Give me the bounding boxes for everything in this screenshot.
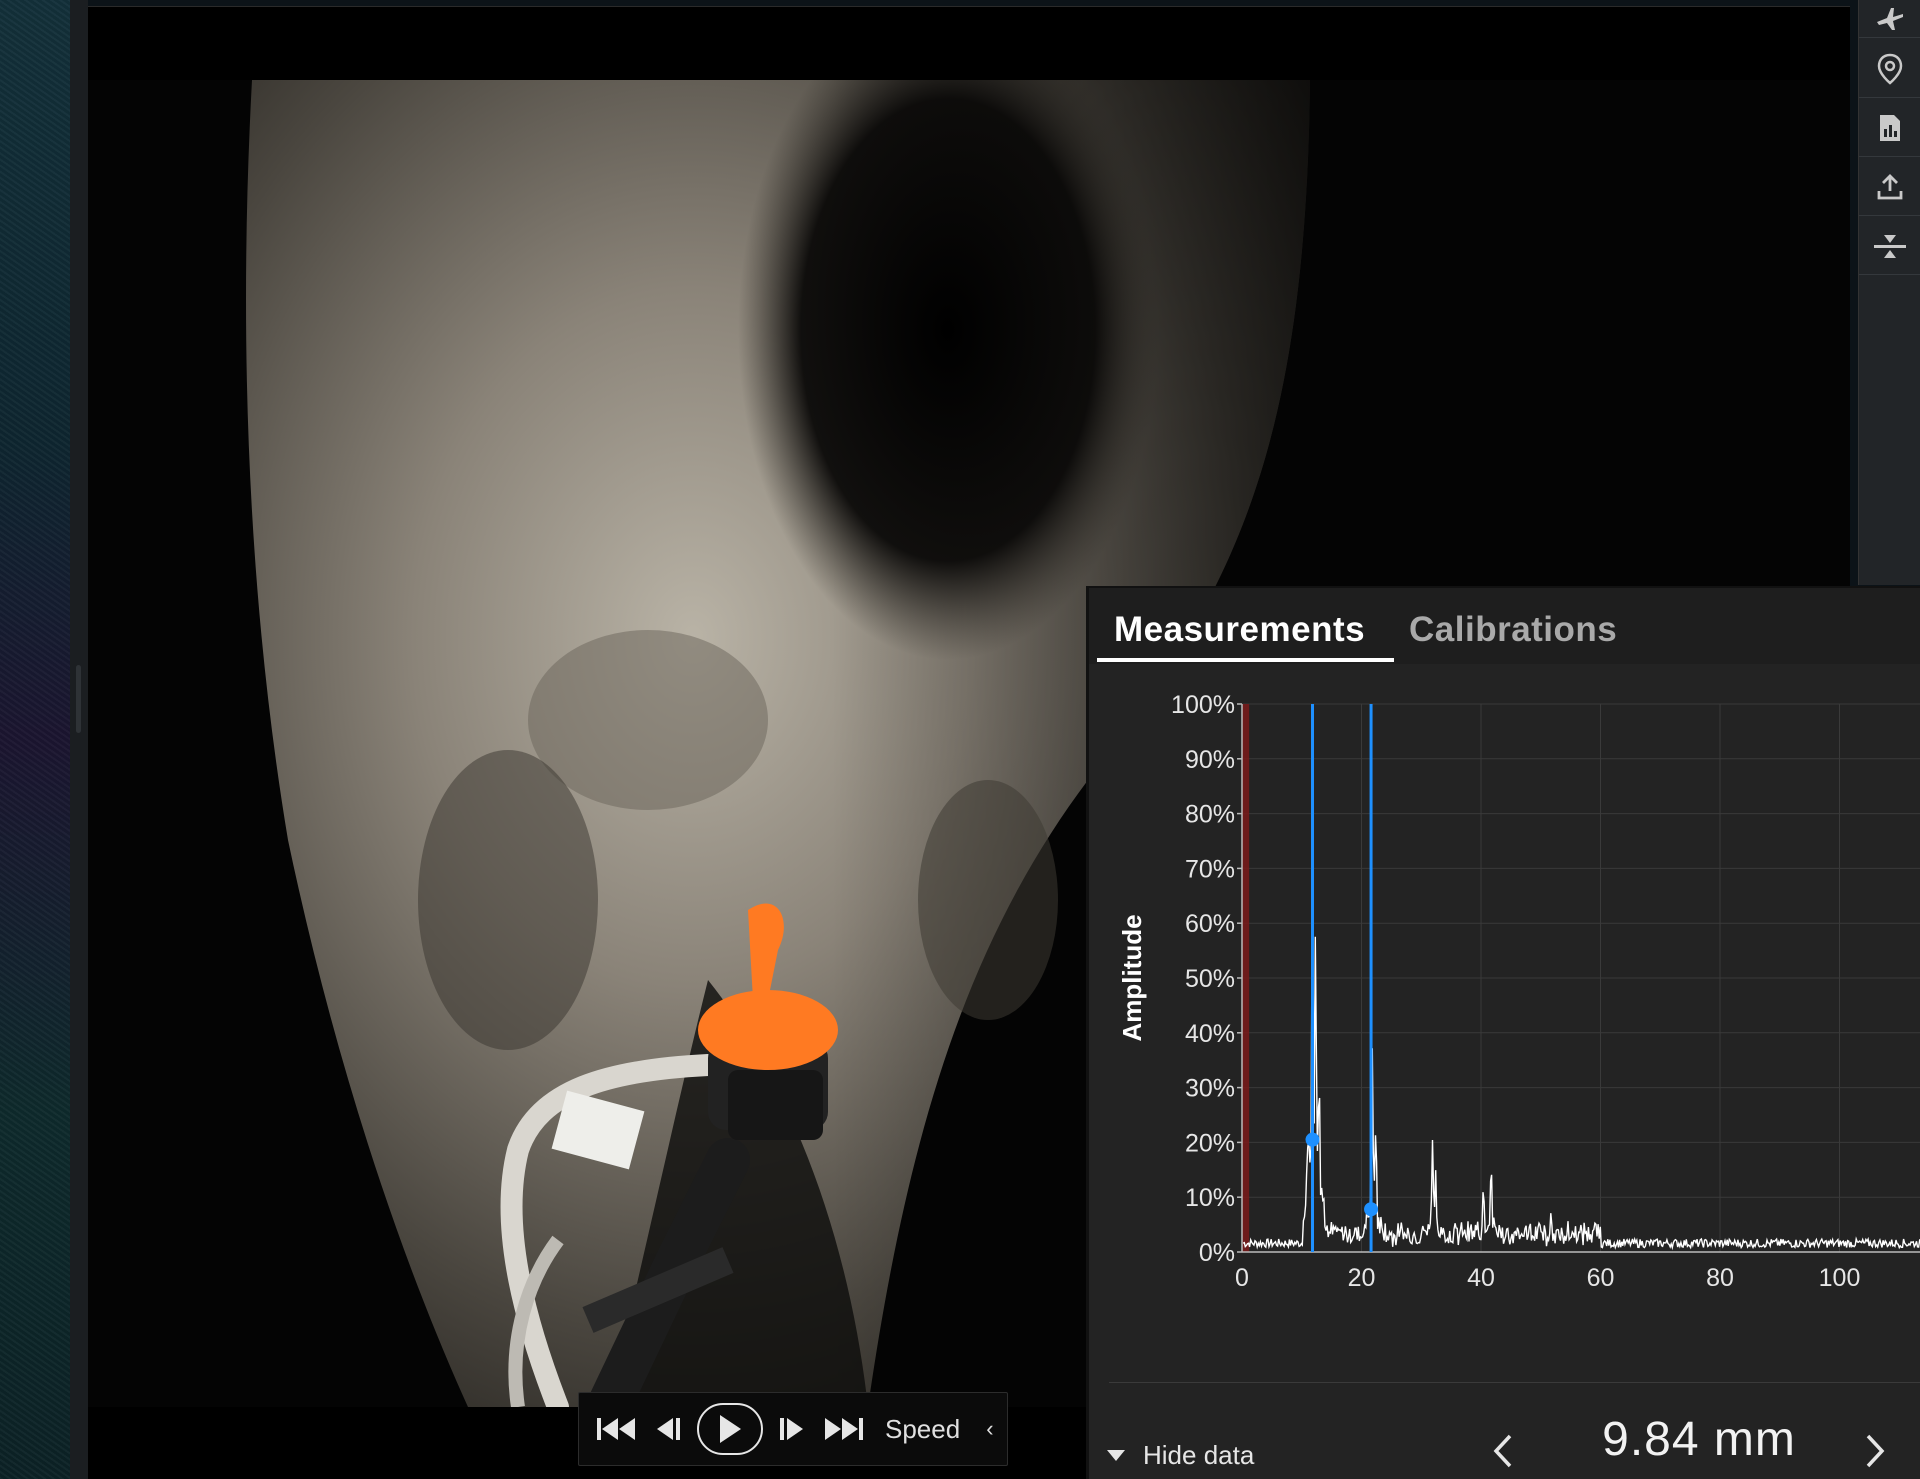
resize-handle[interactable]: [76, 665, 81, 733]
split-compress-icon[interactable]: [1859, 217, 1920, 275]
y-tick-label: 70%: [1185, 855, 1235, 883]
x-tick-label: 60: [1587, 1264, 1615, 1292]
step-back-icon[interactable]: [653, 1407, 683, 1451]
x-tick-label: 0: [1235, 1264, 1249, 1292]
chevron-left-icon: [1493, 1434, 1512, 1468]
y-axis-title: Amplitude: [1117, 914, 1147, 1041]
play-icon[interactable]: [697, 1403, 763, 1455]
gate-band: [1242, 704, 1250, 1252]
location-pin-icon[interactable]: [1859, 40, 1920, 98]
active-tab-indicator: [1097, 658, 1394, 662]
amplitude-signal-trace: [1242, 936, 1920, 1251]
x-tick-label: 100: [1819, 1264, 1861, 1292]
x-tick-label: 80: [1706, 1264, 1734, 1292]
y-tick-label: 30%: [1185, 1075, 1235, 1103]
y-tick-label: 10%: [1185, 1184, 1235, 1212]
x-tick-label: 20: [1348, 1264, 1376, 1292]
viewer-topbar: [88, 7, 1850, 80]
panel-divider: [1109, 1382, 1920, 1383]
skip-to-end-icon[interactable]: [821, 1407, 865, 1451]
chevron-right-icon: [1866, 1434, 1885, 1468]
next-measurement-button[interactable]: [1855, 1426, 1895, 1476]
airplane-icon[interactable]: [1859, 0, 1920, 38]
upload-icon[interactable]: [1859, 158, 1920, 216]
skip-to-start-icon[interactable]: [595, 1407, 639, 1451]
speed-label[interactable]: Speed: [885, 1414, 960, 1445]
y-tick-label: 90%: [1185, 746, 1235, 774]
measurement-cursor-marker: [1305, 1132, 1320, 1147]
x-tick-label: 40: [1467, 1264, 1495, 1292]
y-tick-label: 0%: [1199, 1239, 1235, 1267]
hide-data-toggle[interactable]: Hide data: [1107, 1440, 1254, 1471]
right-toolbar: [1858, 0, 1920, 585]
y-tick-label: 80%: [1185, 801, 1235, 829]
measurement-cursor-marker: [1364, 1202, 1379, 1217]
measurement-value: 9.84 mm: [1602, 1413, 1796, 1466]
step-forward-icon[interactable]: [777, 1407, 807, 1451]
amplitude-chart[interactable]: 0% 10% 20% 30% 40% 50% 60% 70% 80% 90% 100% 0 20 40 60…: [1089, 664, 1920, 1333]
y-tick-label: 60%: [1185, 910, 1235, 938]
media-player-controls: Speed ‹: [578, 1392, 1008, 1466]
hide-data-label: Hide data: [1143, 1440, 1255, 1470]
x-axis-title: Distance (mm): [1740, 1303, 1919, 1304]
tab-calibrations[interactable]: Calibrations: [1409, 610, 1617, 650]
background-desktop-strip: [0, 0, 70, 1479]
y-tick-label: 50%: [1185, 965, 1235, 993]
left-gutter: [70, 0, 88, 1479]
measurements-panel: Measurements Calibrations 0% 10% 20% 30% 40%…: [1086, 586, 1920, 1479]
panel-tabs: Measurements Calibrations: [1089, 588, 1920, 664]
speed-chevron-icon[interactable]: ‹: [986, 1416, 993, 1442]
y-tick-label: 40%: [1185, 1020, 1235, 1048]
previous-measurement-button[interactable]: [1483, 1426, 1523, 1476]
collapse-triangle-icon: [1107, 1450, 1125, 1461]
tab-measurements[interactable]: Measurements: [1114, 610, 1365, 650]
y-tick-label: 100%: [1171, 691, 1235, 719]
y-tick-label: 20%: [1185, 1129, 1235, 1157]
report-chart-icon[interactable]: [1859, 99, 1920, 157]
